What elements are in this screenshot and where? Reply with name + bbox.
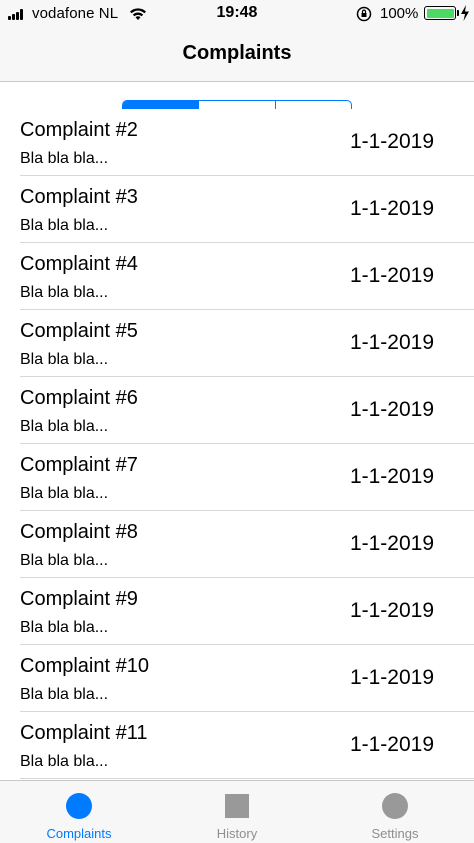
page-title: Complaints — [182, 42, 292, 64]
list-item[interactable]: Complaint #3 Bla bla bla... 1-1-2019 — [0, 176, 474, 243]
tab-label: History — [216, 826, 258, 841]
complaint-date: 1-1-2019 — [349, 666, 434, 689]
segment-3[interactable] — [274, 101, 351, 109]
complaint-subtitle: Bla bla bla... — [20, 686, 109, 703]
complaint-date: 1-1-2019 — [349, 197, 434, 220]
circle-icon — [66, 793, 92, 819]
complaint-title: Complaint #11 — [20, 722, 148, 744]
complaint-title: Complaint #4 — [20, 253, 138, 275]
segment-2[interactable] — [198, 101, 274, 109]
complaint-title: Complaint #6 — [20, 387, 138, 409]
list-item[interactable]: Complaint #9 Bla bla bla... 1-1-2019 — [0, 578, 474, 645]
charging-icon — [461, 5, 469, 21]
complaint-title: Complaint #9 — [20, 588, 138, 610]
complaint-title: Complaint #10 — [20, 655, 149, 677]
tab-settings[interactable]: Settings — [316, 781, 474, 843]
complaint-subtitle: Bla bla bla... — [20, 284, 109, 301]
complaint-date: 1-1-2019 — [349, 130, 434, 153]
complaint-date: 1-1-2019 — [349, 599, 434, 622]
complaint-date: 1-1-2019 — [349, 465, 434, 488]
complaint-subtitle: Bla bla bla... — [20, 150, 109, 167]
list-item[interactable]: Complaint #5 Bla bla bla... 1-1-2019 — [0, 310, 474, 377]
complaint-title: Complaint #8 — [20, 521, 138, 543]
complaint-subtitle: Bla bla bla... — [20, 619, 109, 636]
complaint-date: 1-1-2019 — [349, 398, 434, 421]
battery-tip — [457, 10, 459, 16]
complaint-subtitle: Bla bla bla... — [20, 351, 109, 368]
complaint-subtitle: Bla bla bla... — [20, 217, 109, 234]
list-item[interactable]: Complaint #10 Bla bla bla... 1-1-2019 — [0, 645, 474, 712]
complaint-title: Complaint #2 — [20, 119, 138, 141]
complaint-title: Complaint #3 — [20, 186, 138, 208]
battery-percentage: 100% — [380, 5, 419, 22]
complaint-title: Complaint #7 — [20, 454, 138, 476]
list-item[interactable]: Complaint #6 Bla bla bla... 1-1-2019 — [0, 377, 474, 444]
complaint-subtitle: Bla bla bla... — [20, 485, 109, 502]
complaint-date: 1-1-2019 — [349, 331, 434, 354]
status-bar: vodafone NL 19:48 100% — [0, 0, 474, 26]
square-icon — [225, 794, 249, 818]
tab-history[interactable]: History — [158, 781, 316, 843]
complaint-date: 1-1-2019 — [349, 733, 434, 756]
complaint-subtitle: Bla bla bla... — [20, 418, 109, 435]
tab-label: Complaints — [46, 826, 112, 841]
tab-complaints[interactable]: Complaints — [0, 781, 158, 843]
navigation-bar: Complaints — [0, 26, 474, 82]
complaint-title: Complaint #5 — [20, 320, 138, 342]
list-item[interactable]: Complaint #11 Bla bla bla... 1-1-2019 — [0, 712, 474, 779]
complaints-list[interactable]: Complaint #2 Bla bla bla... 1-1-2019 Com… — [0, 109, 474, 780]
tab-bar: Complaints History Settings — [0, 780, 474, 843]
list-item[interactable]: Complaint #4 Bla bla bla... 1-1-2019 — [0, 243, 474, 310]
complaint-subtitle: Bla bla bla... — [20, 552, 109, 569]
complaint-subtitle: Bla bla bla... — [20, 753, 109, 770]
segment-1[interactable] — [123, 101, 199, 109]
tab-label: Settings — [371, 826, 419, 841]
list-item[interactable]: Complaint #2 Bla bla bla... 1-1-2019 — [0, 109, 474, 176]
list-item[interactable]: Complaint #8 Bla bla bla... 1-1-2019 — [0, 511, 474, 578]
circle-icon — [382, 793, 408, 819]
list-item[interactable]: Complaint #7 Bla bla bla... 1-1-2019 — [0, 444, 474, 511]
complaint-date: 1-1-2019 — [349, 532, 434, 555]
battery-icon — [424, 6, 456, 20]
complaint-date: 1-1-2019 — [349, 264, 434, 287]
rotation-lock-icon — [356, 6, 372, 22]
segmented-control[interactable] — [122, 100, 352, 109]
